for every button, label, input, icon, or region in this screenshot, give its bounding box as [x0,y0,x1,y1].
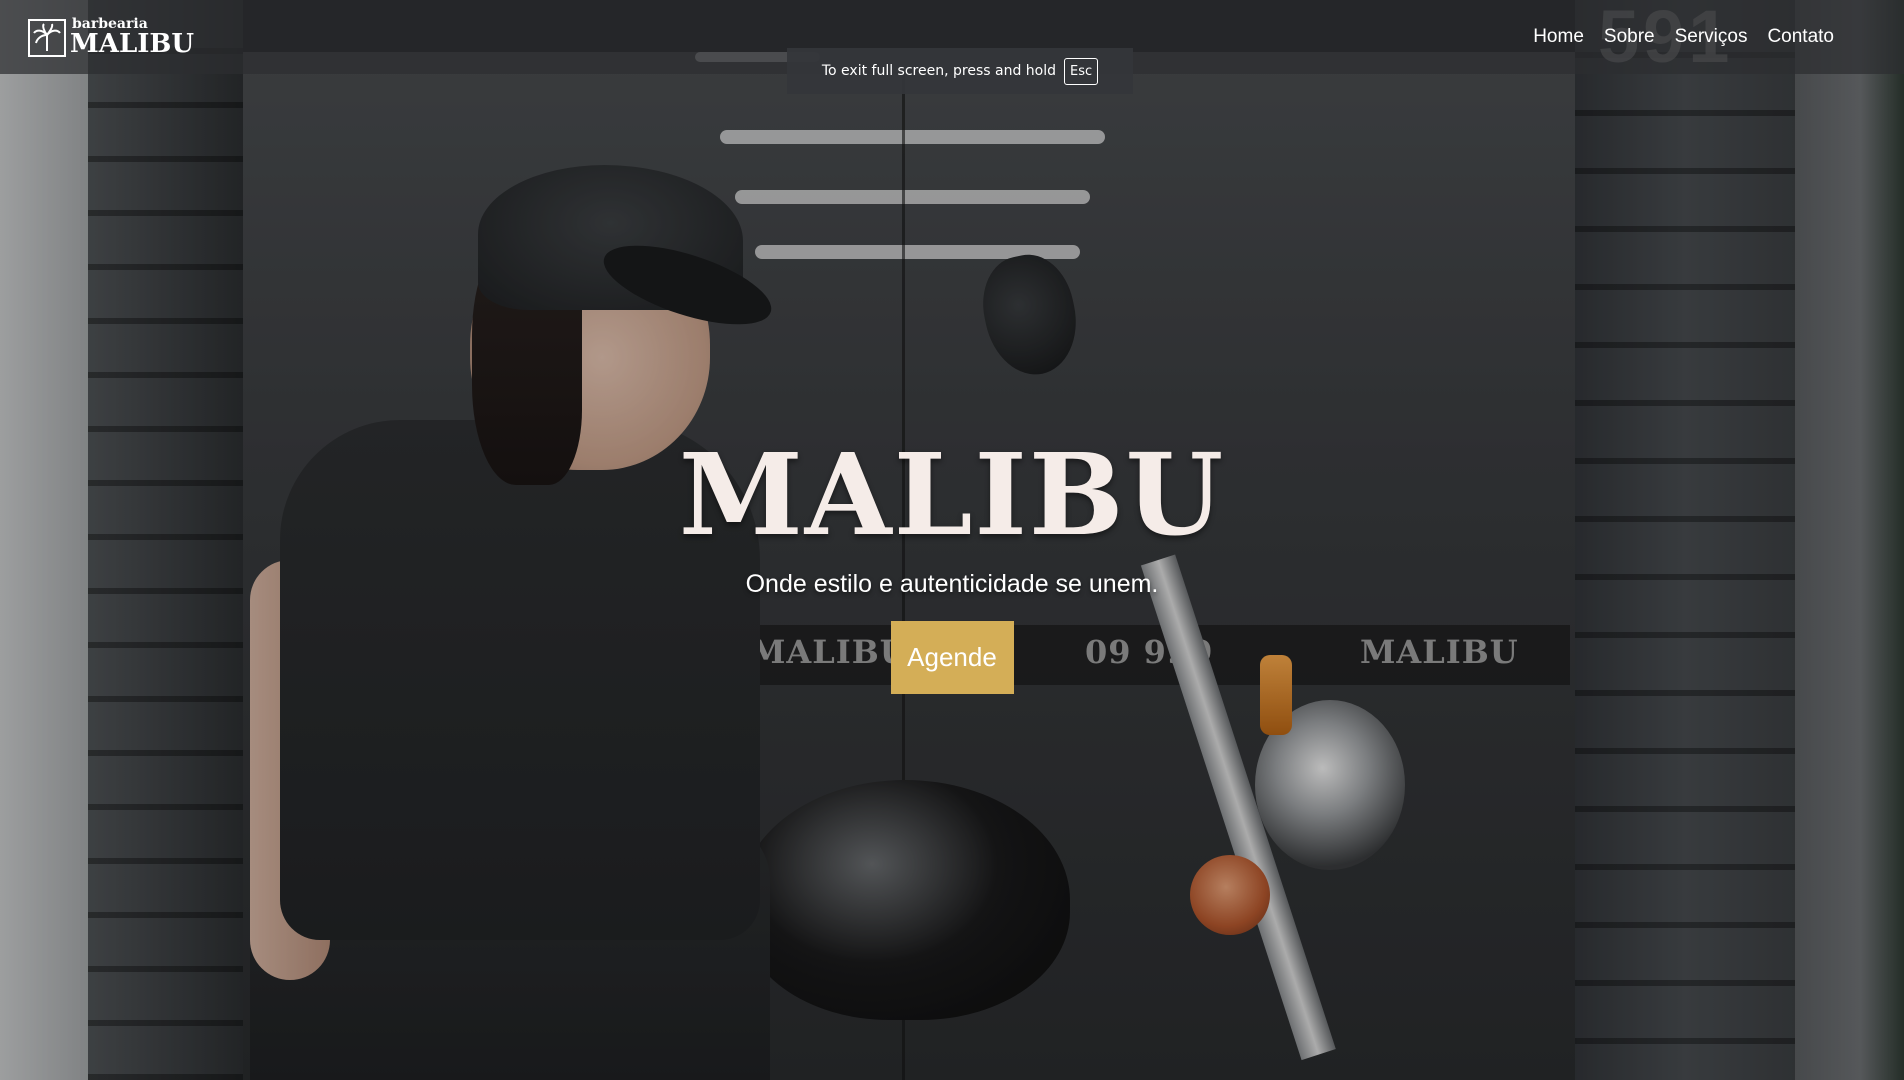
brand-text: barbearia MALIBU [70,17,194,57]
hero-subtitle: Onde estilo e autenticidade se unem. [745,570,1159,598]
main-nav: Home Sobre Serviços Contato [1533,26,1834,48]
hero-title: MALIBU [678,430,1226,561]
brand-big-text: MALIBU [70,29,195,59]
nav-home[interactable]: Home [1533,26,1584,48]
nav-contato[interactable]: Contato [1767,26,1834,48]
nav-sobre[interactable]: Sobre [1604,26,1655,48]
page: MALIBU 09 999 MALIBU 591 [0,0,1904,1080]
palm-tree-icon [28,19,66,57]
brand-logo-link[interactable]: barbearia MALIBU [28,17,194,57]
agende-button[interactable]: Agende [890,621,1014,694]
fullscreen-toast-text: To exit full screen, press and hold [821,63,1056,79]
nav-servicos[interactable]: Serviços [1675,26,1748,48]
hero-section: MALIBU Onde estilo e autenticidade se un… [0,440,1904,694]
fullscreen-exit-toast: To exit full screen, press and hold Esc [787,48,1133,94]
esc-key-badge: Esc [1064,57,1099,85]
